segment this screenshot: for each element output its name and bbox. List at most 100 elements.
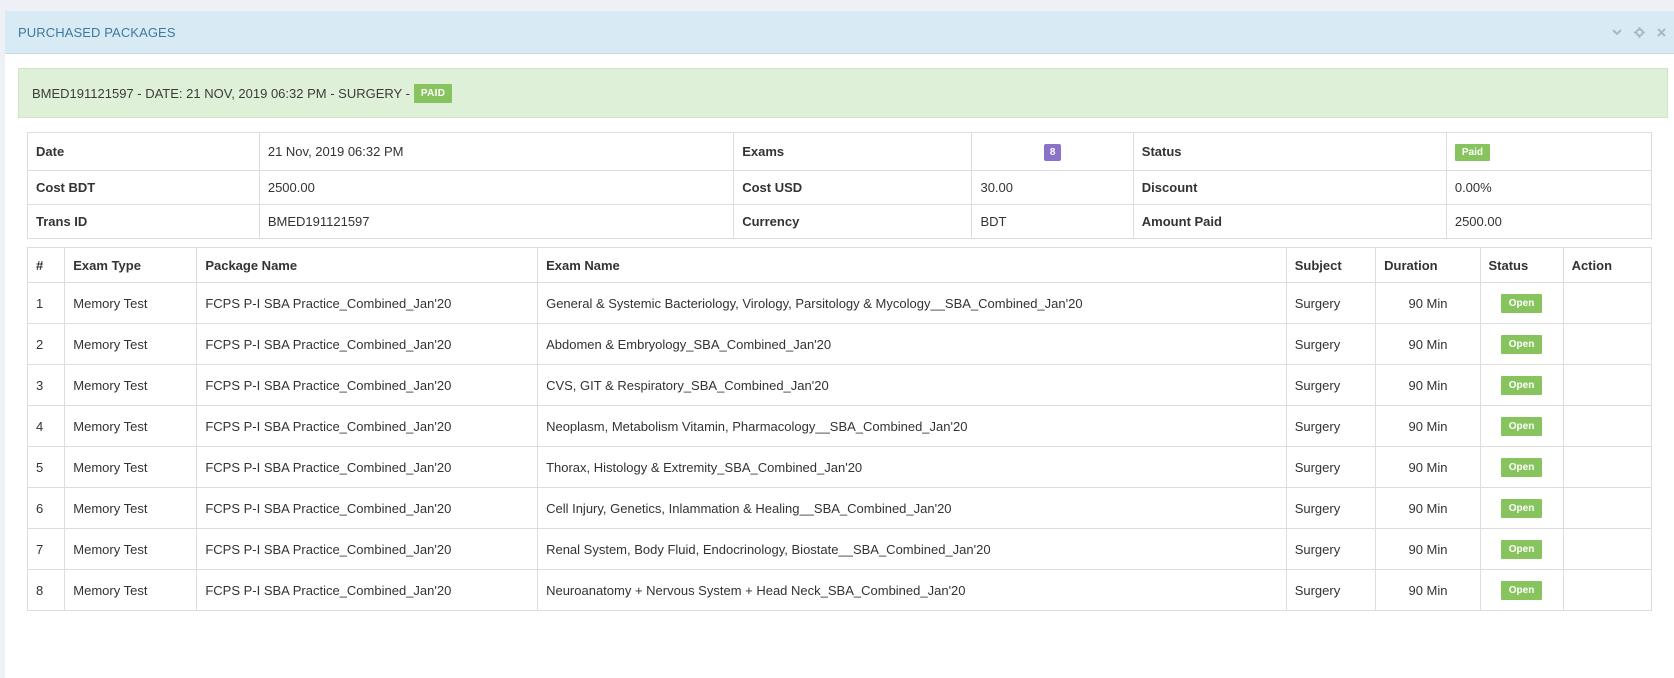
subject-cell: Surgery xyxy=(1285,405,1377,447)
col-header-num[interactable]: # xyxy=(26,247,66,283)
exam-name-cell: General & Systemic Bacteriology, Virolog… xyxy=(537,282,1287,324)
col-header-status[interactable]: Status xyxy=(1479,247,1564,283)
discount-value: 0.00% xyxy=(1445,170,1653,205)
exam-num-cell: 7 xyxy=(26,528,66,570)
date-value: 21 Nov, 2019 06:32 PM xyxy=(258,132,735,171)
exam-type-cell: Memory Test xyxy=(64,569,198,611)
subject-cell: Surgery xyxy=(1285,323,1377,365)
cost-bdt-value: 2500.00 xyxy=(258,170,735,205)
col-header-exam-type[interactable]: Exam Type xyxy=(64,247,198,283)
cost-usd-value: 30.00 xyxy=(971,170,1134,205)
col-header-exam-name[interactable]: Exam Name xyxy=(537,247,1287,283)
info-row: Date 21 Nov, 2019 06:32 PM Exams 8 Statu… xyxy=(27,132,1653,171)
trans-id-value: BMED191121597 xyxy=(258,204,735,239)
duration-cell: 90 Min xyxy=(1375,323,1481,365)
cost-usd-label: Cost USD xyxy=(733,170,973,205)
table-row: 8 Memory Test FCPS P-I SBA Practice_Combin… xyxy=(26,569,1653,611)
open-exam-button[interactable]: Open xyxy=(1500,293,1543,313)
action-cell xyxy=(1562,323,1653,365)
status-cell: Open xyxy=(1479,528,1564,570)
package-name-cell: FCPS P-I SBA Practice_Combined_Jan'20 xyxy=(196,446,539,488)
action-cell xyxy=(1562,405,1653,447)
status-cell: Open xyxy=(1479,487,1564,529)
exam-type-cell: Memory Test xyxy=(64,405,198,447)
exam-num-cell: 2 xyxy=(26,323,66,365)
exam-name-cell: Renal System, Body Fluid, Endocrinology,… xyxy=(537,528,1287,570)
trans-id-label: Trans ID xyxy=(27,204,260,239)
open-exam-button[interactable]: Open xyxy=(1500,539,1543,559)
status-cell: Open xyxy=(1479,446,1564,488)
exams-label: Exams xyxy=(733,132,973,171)
action-cell xyxy=(1562,528,1653,570)
package-info-table: Date 21 Nov, 2019 06:32 PM Exams 8 Statu… xyxy=(27,132,1653,239)
open-exam-button[interactable]: Open xyxy=(1500,416,1543,436)
exam-num-cell: 1 xyxy=(26,282,66,324)
exams-count-badge: 8 xyxy=(1043,143,1062,161)
col-header-package-name[interactable]: Package Name xyxy=(196,247,539,283)
widget-header: PURCHASED PACKAGES xyxy=(5,11,1674,54)
open-exam-button[interactable]: Open xyxy=(1500,457,1543,477)
action-cell xyxy=(1562,569,1653,611)
action-cell xyxy=(1562,364,1653,406)
subject-cell: Surgery xyxy=(1285,364,1377,406)
table-row: 7 Memory Test FCPS P-I SBA Practice_Combin… xyxy=(26,528,1653,570)
exam-name-cell: Abdomen & Embryology_SBA_Combined_Jan'20 xyxy=(537,323,1287,365)
open-exam-button[interactable]: Open xyxy=(1500,375,1543,395)
exam-num-cell: 4 xyxy=(26,405,66,447)
exams-count-cell: 8 xyxy=(971,132,1134,171)
date-label: Date xyxy=(27,132,260,171)
duration-cell: 90 Min xyxy=(1375,446,1481,488)
action-cell xyxy=(1562,487,1653,529)
action-cell xyxy=(1562,282,1653,324)
amount-paid-label: Amount Paid xyxy=(1132,204,1447,239)
subject-cell: Surgery xyxy=(1285,446,1377,488)
duration-cell: 90 Min xyxy=(1375,364,1481,406)
package-summary: BMED191121597 - DATE: 21 NOV, 2019 06:32… xyxy=(32,85,410,101)
exam-num-cell: 3 xyxy=(26,364,66,406)
info-row: Cost BDT 2500.00 Cost USD 30.00 Discount… xyxy=(27,170,1653,205)
status-cell: Paid xyxy=(1445,132,1653,171)
package-name-cell: FCPS P-I SBA Practice_Combined_Jan'20 xyxy=(196,282,539,324)
col-header-duration[interactable]: Duration xyxy=(1375,247,1481,283)
exam-type-cell: Memory Test xyxy=(64,446,198,488)
open-exam-button[interactable]: Open xyxy=(1500,334,1543,354)
open-exam-button[interactable]: Open xyxy=(1500,498,1543,518)
exam-name-cell: Neoplasm, Metabolism Vitamin, Pharmacolo… xyxy=(537,405,1287,447)
status-cell: Open xyxy=(1479,282,1564,324)
table-row: 4 Memory Test FCPS P-I SBA Practice_Combin… xyxy=(26,405,1653,447)
package-name-cell: FCPS P-I SBA Practice_Combined_Jan'20 xyxy=(196,487,539,529)
status-cell: Open xyxy=(1479,323,1564,365)
chevron-down-icon[interactable] xyxy=(1606,21,1628,43)
exam-name-cell: Neuroanatomy + Nervous System + Head Nec… xyxy=(537,569,1287,611)
exam-name-cell: CVS, GIT & Respiratory_SBA_Combined_Jan'… xyxy=(537,364,1287,406)
amount-paid-value: 2500.00 xyxy=(1445,204,1653,239)
table-row: 5 Memory Test FCPS P-I SBA Practice_Combin… xyxy=(26,446,1653,488)
status-paid-badge: Paid xyxy=(1454,143,1490,161)
duration-cell: 90 Min xyxy=(1375,487,1481,529)
package-alert: BMED191121597 - DATE: 21 NOV, 2019 06:32… xyxy=(18,68,1668,118)
duration-cell: 90 Min xyxy=(1375,282,1481,324)
widget-title: PURCHASED PACKAGES xyxy=(18,24,176,40)
close-icon[interactable] xyxy=(1650,21,1672,43)
gear-icon[interactable] xyxy=(1628,21,1650,43)
exam-num-cell: 5 xyxy=(26,446,66,488)
currency-label: Currency xyxy=(733,204,973,239)
package-name-cell: FCPS P-I SBA Practice_Combined_Jan'20 xyxy=(196,405,539,447)
exams-table: # Exam Type Package Name Exam Name Subje… xyxy=(26,247,1653,611)
exam-name-cell: Thorax, Histology & Extremity_SBA_Combin… xyxy=(537,446,1287,488)
col-header-subject[interactable]: Subject xyxy=(1285,247,1377,283)
exam-type-cell: Memory Test xyxy=(64,487,198,529)
info-row: Trans ID BMED191121597 Currency BDT Amou… xyxy=(27,204,1653,239)
col-header-action[interactable]: Action xyxy=(1562,247,1653,283)
discount-label: Discount xyxy=(1132,170,1447,205)
currency-value: BDT xyxy=(971,204,1134,239)
status-cell: Open xyxy=(1479,364,1564,406)
exam-num-cell: 8 xyxy=(26,569,66,611)
package-name-cell: FCPS P-I SBA Practice_Combined_Jan'20 xyxy=(196,528,539,570)
open-exam-button[interactable]: Open xyxy=(1500,580,1543,600)
exam-type-cell: Memory Test xyxy=(64,323,198,365)
package-name-cell: FCPS P-I SBA Practice_Combined_Jan'20 xyxy=(196,569,539,611)
status-label: Status xyxy=(1132,132,1447,171)
paid-badge: PAID xyxy=(413,83,453,103)
exam-name-cell: Cell Injury, Genetics, Inlammation & Hea… xyxy=(537,487,1287,529)
